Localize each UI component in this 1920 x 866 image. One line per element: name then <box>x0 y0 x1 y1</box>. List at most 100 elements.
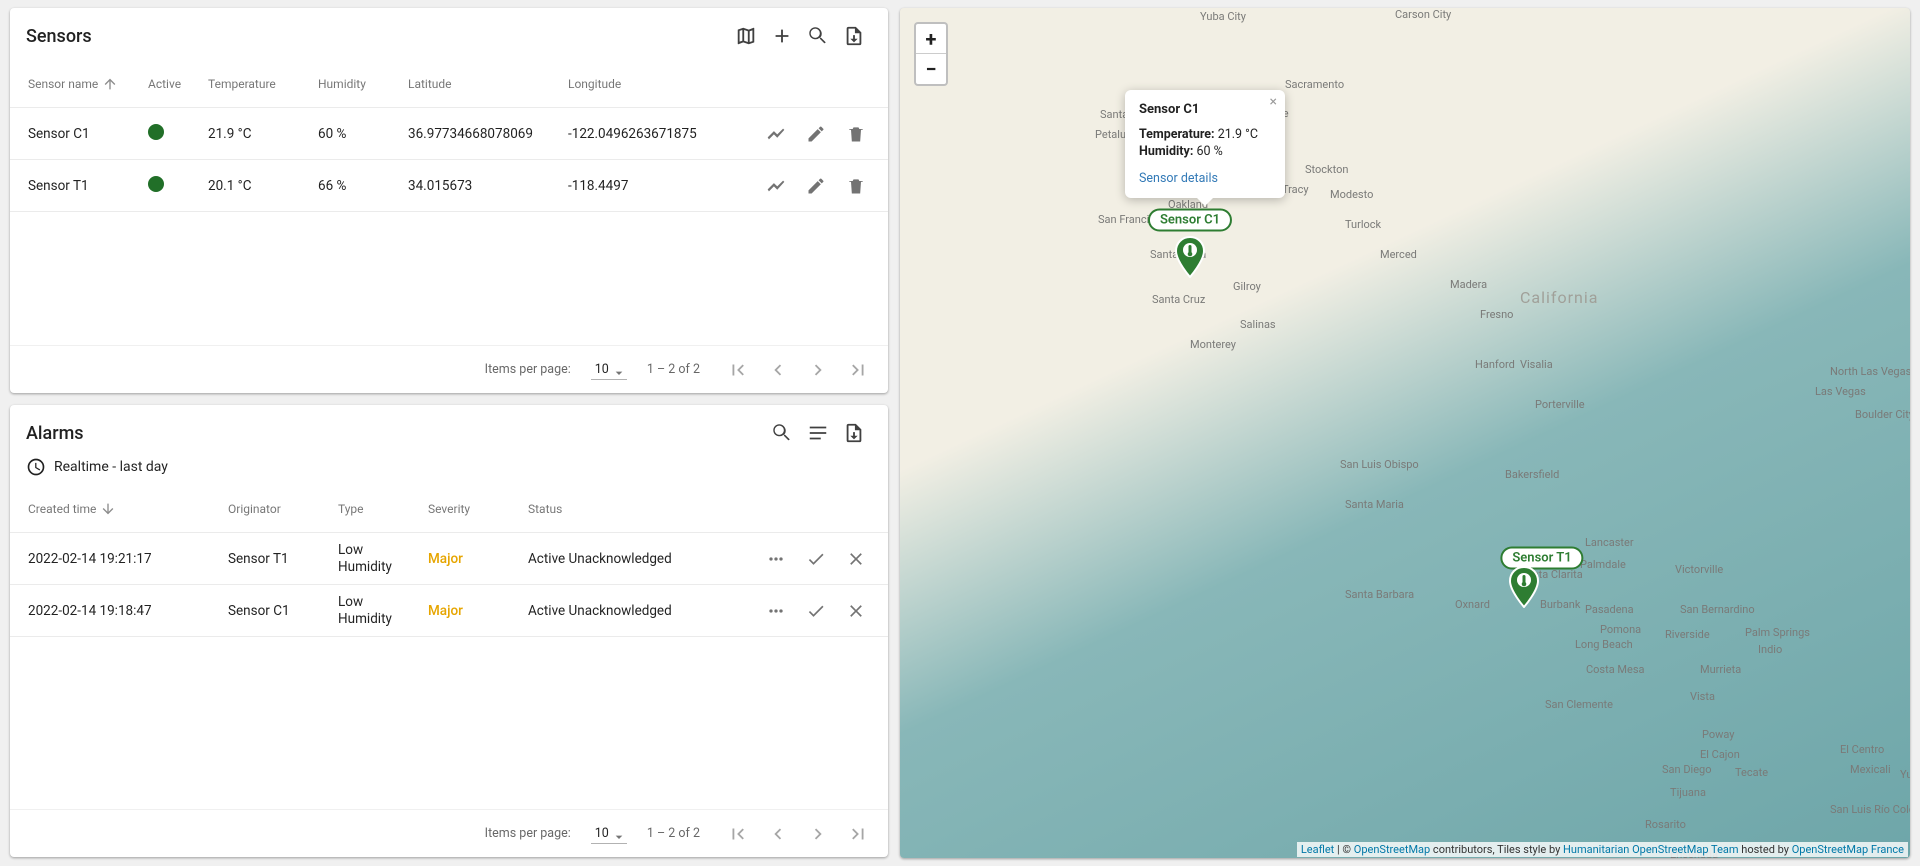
popup-close-icon[interactable]: × <box>1270 94 1277 110</box>
last-page-icon[interactable] <box>840 816 876 852</box>
cell-status: Active Unacknowledged <box>518 551 718 567</box>
hot-link[interactable]: Humanitarian OpenStreetMap Team <box>1563 843 1739 856</box>
map-marker-sensor-c1[interactable] <box>1174 236 1206 278</box>
first-page-icon[interactable] <box>720 816 756 852</box>
cell-temperature: 20.1 °C <box>198 178 308 194</box>
cell-severity: Major <box>418 551 518 567</box>
col-humidity[interactable]: Humidity <box>308 77 398 91</box>
delete-icon[interactable] <box>838 116 874 152</box>
ack-icon[interactable] <box>798 541 834 577</box>
first-page-icon[interactable] <box>720 352 756 388</box>
col-type[interactable]: Type <box>328 502 418 516</box>
map-marker-sensor-t1[interactable] <box>1508 566 1540 608</box>
search-icon[interactable] <box>800 18 836 54</box>
more-icon[interactable] <box>758 541 794 577</box>
map-tiles[interactable] <box>900 8 1910 858</box>
items-per-page-label: Items per page: <box>485 362 571 377</box>
alarms-subtitle: Realtime - last day <box>54 459 168 475</box>
table-row[interactable]: 2022-02-14 19:18:47 Sensor C1 Low Humidi… <box>10 585 888 637</box>
sensors-panel: Sensors Sensor name Active Temperature H… <box>10 8 888 393</box>
cell-originator: Sensor C1 <box>218 603 328 619</box>
col-sensor-name[interactable]: Sensor name <box>28 76 118 92</box>
prev-page-icon[interactable] <box>760 352 796 388</box>
cell-latitude: 36.97734668078069 <box>398 126 558 142</box>
page-size-select[interactable]: 10 <box>591 824 627 844</box>
cell-longitude: -118.4497 <box>558 178 718 194</box>
zoom-control: + − <box>914 22 948 86</box>
page-size-select[interactable]: 10 <box>591 360 627 380</box>
cell-latitude: 34.015673 <box>398 178 558 194</box>
clock-icon <box>26 457 46 477</box>
cell-humidity: 66 % <box>308 178 398 194</box>
next-page-icon[interactable] <box>800 352 836 388</box>
col-active[interactable]: Active <box>138 77 198 91</box>
last-page-icon[interactable] <box>840 352 876 388</box>
timeline-icon[interactable] <box>758 168 794 204</box>
page-range: 1 – 2 of 2 <box>647 362 700 377</box>
map-icon[interactable] <box>728 18 764 54</box>
page-range: 1 – 2 of 2 <box>647 826 700 841</box>
cell-sensor-name: Sensor C1 <box>18 126 138 142</box>
export-icon[interactable] <box>836 415 872 451</box>
popup-hum-value: 60 % <box>1196 144 1222 159</box>
next-page-icon[interactable] <box>800 816 836 852</box>
cell-active <box>138 124 198 144</box>
col-created-time[interactable]: Created time <box>28 501 116 517</box>
col-status[interactable]: Status <box>518 502 718 516</box>
alarms-panel: Alarms Realtime - last day Created time … <box>10 405 888 857</box>
cell-status: Active Unacknowledged <box>518 603 718 619</box>
sensors-paginator: Items per page: 10 1 – 2 of 2 <box>10 345 888 393</box>
edit-icon[interactable] <box>798 116 834 152</box>
cell-created-time: 2022-02-14 19:18:47 <box>18 603 218 619</box>
table-row[interactable]: Sensor T1 20.1 °C 66 % 34.015673 -118.44… <box>10 160 888 212</box>
cell-type: Low Humidity <box>328 542 418 574</box>
clear-icon[interactable] <box>838 593 874 629</box>
delete-icon[interactable] <box>838 168 874 204</box>
edit-icon[interactable] <box>798 168 834 204</box>
cell-created-time: 2022-02-14 19:21:17 <box>18 551 218 567</box>
alarms-table-header: Created time Originator Type Severity St… <box>10 485 888 533</box>
table-row[interactable]: 2022-02-14 19:21:17 Sensor T1 Low Humidi… <box>10 533 888 585</box>
alarms-paginator: Items per page: 10 1 – 2 of 2 <box>10 809 888 857</box>
map-panel[interactable]: Yuba CityCarson CitySacramentoSanta Rosa… <box>900 8 1910 858</box>
zoom-out-button[interactable]: − <box>916 54 946 84</box>
prev-page-icon[interactable] <box>760 816 796 852</box>
osmfr-link[interactable]: OpenStreetMap France <box>1792 843 1904 856</box>
table-row[interactable]: Sensor C1 21.9 °C 60 % 36.97734668078069… <box>10 108 888 160</box>
col-latitude[interactable]: Latitude <box>398 77 558 91</box>
col-originator[interactable]: Originator <box>218 502 328 516</box>
filter-icon[interactable] <box>800 415 836 451</box>
cell-sensor-name: Sensor T1 <box>18 178 138 194</box>
cell-type: Low Humidity <box>328 594 418 626</box>
status-dot <box>148 176 164 192</box>
more-icon[interactable] <box>758 593 794 629</box>
alarms-title: Alarms <box>26 423 764 444</box>
cell-humidity: 60 % <box>308 126 398 142</box>
col-longitude[interactable]: Longitude <box>558 77 718 91</box>
status-dot <box>148 124 164 140</box>
timeline-icon[interactable] <box>758 116 794 152</box>
sensors-title: Sensors <box>26 26 728 47</box>
col-severity[interactable]: Severity <box>418 502 518 516</box>
leaflet-link[interactable]: Leaflet <box>1301 843 1334 856</box>
popup-temp-value: 21.9 °C <box>1218 127 1258 142</box>
sensor-details-link[interactable]: Sensor details <box>1139 171 1218 186</box>
export-icon[interactable] <box>836 18 872 54</box>
items-per-page-label: Items per page: <box>485 826 571 841</box>
cell-longitude: -122.0496263671875 <box>558 126 718 142</box>
search-icon[interactable] <box>764 415 800 451</box>
cell-active <box>138 176 198 196</box>
col-temperature[interactable]: Temperature <box>198 77 308 91</box>
map-attribution: Leaflet | © OpenStreetMap contributors, … <box>1297 842 1908 857</box>
add-icon[interactable] <box>764 18 800 54</box>
popup-temp-label: Temperature: <box>1139 127 1215 142</box>
ack-icon[interactable] <box>798 593 834 629</box>
sensors-table-header: Sensor name Active Temperature Humidity … <box>10 60 888 108</box>
clear-icon[interactable] <box>838 541 874 577</box>
osm-link[interactable]: OpenStreetMap <box>1354 843 1430 856</box>
cell-originator: Sensor T1 <box>218 551 328 567</box>
map-popup: × Sensor C1 Temperature: 21.9 °C Humidit… <box>1125 90 1285 198</box>
zoom-in-button[interactable]: + <box>916 24 946 54</box>
popup-title: Sensor C1 <box>1139 102 1271 117</box>
marker-label-sensor-c1[interactable]: Sensor C1 <box>1148 209 1232 232</box>
